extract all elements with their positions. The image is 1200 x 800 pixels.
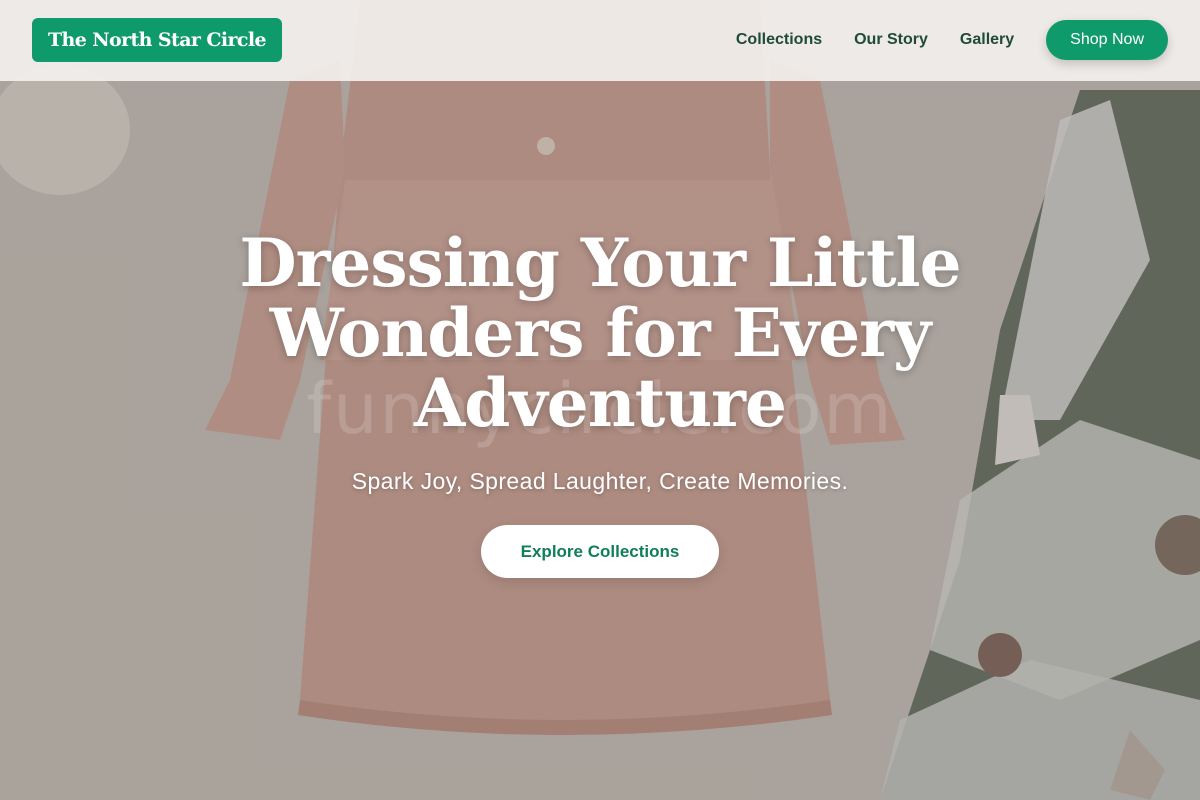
nav-link-collections[interactable]: Collections [736,31,822,49]
hero-content: Dressing Your Little Wonders for Every A… [0,228,1200,578]
navbar: The North Star Circle Collections Our St… [0,0,1200,81]
explore-collections-button[interactable]: Explore Collections [480,525,720,578]
nav-link-our-story[interactable]: Our Story [854,31,928,49]
shop-now-button[interactable]: Shop Now [1046,20,1168,60]
nav-link-gallery[interactable]: Gallery [960,31,1014,49]
hero-section: funnycircle.com The North Star Circle Co… [0,0,1200,800]
nav-links: Collections Our Story Gallery Shop Now [736,20,1168,60]
hero-subtitle: Spark Joy, Spread Laughter, Create Memor… [351,468,849,494]
brand-logo[interactable]: The North Star Circle [32,18,282,62]
hero-title: Dressing Your Little Wonders for Every A… [239,224,961,442]
